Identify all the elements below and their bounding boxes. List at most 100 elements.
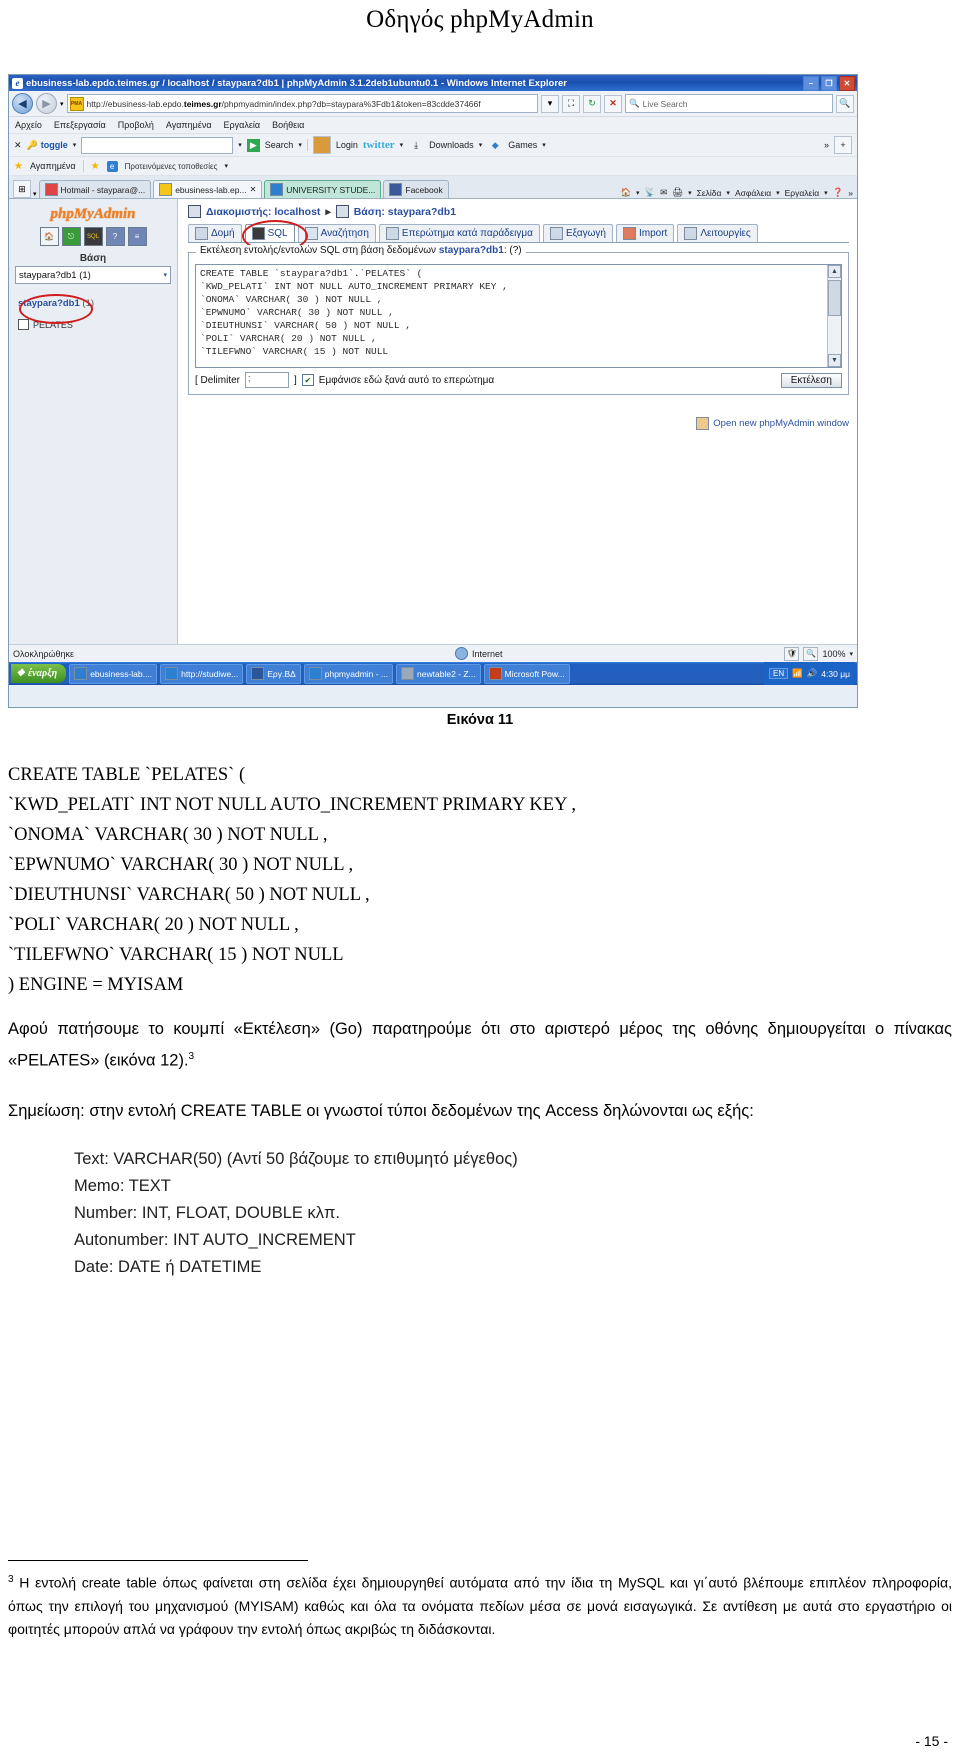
favorites-label[interactable]: Αγαπημένα — [30, 161, 76, 171]
show-query-checkbox[interactable]: ✔ — [301, 374, 314, 386]
home-chevron-down-icon[interactable]: ▾ — [636, 189, 640, 197]
tab-search[interactable]: Αναζήτηση — [297, 224, 376, 242]
page-menu[interactable]: Σελίδα — [697, 188, 722, 198]
tab-close-icon[interactable]: ✕ — [250, 185, 257, 194]
downloads-chevron-down-icon[interactable]: ▾ — [479, 141, 483, 149]
forward-arrow-icon[interactable]: ▶ — [36, 93, 57, 114]
home-icon[interactable]: 🏠 — [39, 227, 59, 246]
taskbar-item-4[interactable]: phpmyadmin - ... — [303, 663, 394, 684]
add-favorite-icon[interactable]: ★ — [91, 161, 100, 172]
menu-item-help[interactable]: Βοήθεια — [272, 120, 304, 130]
breadcrumb-server[interactable]: Διακομιστής: localhost — [206, 206, 320, 218]
search-input[interactable]: 🔍 Live Search — [625, 94, 833, 113]
addon-search-label[interactable]: Search — [265, 140, 294, 150]
scrollbar-thumb[interactable] — [828, 280, 841, 316]
delimiter-input[interactable]: ; — [245, 372, 290, 388]
zoom-magnifier-icon[interactable]: 🔍 — [803, 646, 819, 661]
help-icon[interactable]: ❓ — [833, 187, 844, 198]
quick-tabs-icon[interactable]: ⊞ — [13, 180, 31, 198]
toolbar-overflow-icon[interactable]: » — [824, 140, 829, 150]
maximize-button[interactable]: ❐ — [821, 76, 837, 91]
rss-icon[interactable]: 📡 — [645, 187, 656, 198]
games-label[interactable]: Games — [508, 140, 537, 150]
suggested-sites-label[interactable]: Προτεινόμενες τοποθεσίες — [125, 162, 218, 171]
twitter-label[interactable]: twitter — [363, 139, 395, 151]
tools-menu[interactable]: Εργαλεία — [785, 188, 820, 198]
print-icon[interactable]: 🖨 — [672, 187, 683, 198]
browser-tab-university[interactable]: UNIVERSITY STUDE... — [264, 180, 382, 198]
start-button[interactable]: ❖ έναρξη — [11, 664, 67, 683]
sql-scrollbar[interactable]: ▲ ▼ — [827, 265, 841, 367]
url-dropdown-chevron-down-icon[interactable]: ▾ — [541, 94, 559, 113]
safety-chevron-down-icon[interactable]: ▾ — [776, 189, 780, 197]
stop-icon[interactable]: ✕ — [604, 94, 622, 113]
history-chevron-down-icon[interactable]: ▾ — [60, 100, 64, 108]
database-select[interactable]: staypara?db1 (1) ▾ — [15, 266, 171, 284]
sql-textarea[interactable]: CREATE TABLE `staypara?db1`.`PELATES` ( … — [195, 264, 842, 368]
menu-item-view[interactable]: Προβολή — [118, 120, 154, 130]
toggle-chevron-down-icon[interactable]: ▾ — [73, 141, 77, 149]
safety-menu[interactable]: Ασφάλεια — [735, 188, 771, 198]
suggested-chevron-down-icon[interactable]: ▾ — [224, 162, 228, 170]
browser-tab-facebook[interactable]: Facebook — [383, 180, 449, 198]
addon-search-chevron-down-icon[interactable]: ▾ — [238, 141, 242, 149]
minimize-button[interactable]: – — [803, 76, 819, 91]
page-chevron-down-icon[interactable]: ▾ — [726, 189, 730, 197]
addon-search-input[interactable] — [81, 136, 234, 154]
execute-button[interactable]: Εκτέλεση — [780, 372, 842, 388]
docs-icon[interactable]: ≡ — [127, 227, 147, 246]
tab-import[interactable]: Import — [615, 224, 675, 242]
back-arrow-icon[interactable]: ◀ — [12, 93, 33, 114]
language-indicator[interactable]: EN — [768, 668, 789, 679]
exit-icon[interactable]: ⎋ — [61, 227, 81, 246]
twitter-chevron-down-icon[interactable]: ▾ — [400, 141, 404, 149]
help-icon[interactable]: (?) — [509, 245, 521, 256]
home-icon[interactable]: 🏠 — [620, 187, 631, 198]
taskbar-item-2[interactable]: http://studiwe... — [160, 663, 244, 684]
zoom-chevron-down-icon[interactable]: ▾ — [849, 650, 853, 658]
tab-query-by-example[interactable]: Επερώτημα κατά παράδειγμα — [378, 224, 540, 242]
menu-item-favorites[interactable]: Αγαπημένα — [166, 120, 212, 130]
taskbar-item-5[interactable]: newtable2 - Z... — [396, 663, 481, 684]
toolbar-close-icon[interactable]: ✕ — [14, 140, 22, 151]
taskbar-item-1[interactable]: ebusiness-lab.... — [69, 663, 158, 684]
print-chevron-down-icon[interactable]: ▾ — [688, 189, 692, 197]
zoom-control[interactable]: 🛡 🔍 100% ▾ — [784, 646, 853, 661]
menu-item-tools[interactable]: Εργαλεία — [224, 120, 261, 130]
add-toolbar-button[interactable]: + — [834, 136, 852, 154]
tab-operations[interactable]: Λειτουργίες — [677, 224, 758, 242]
browser-tab-ebusiness[interactable]: ebusiness-lab.ep... ✕ — [153, 180, 263, 198]
tab-export[interactable]: Εξαγωγή — [542, 224, 613, 242]
help-icon[interactable]: ? — [105, 227, 125, 246]
breadcrumb-database[interactable]: Βάση: staypara?db1 — [354, 206, 456, 218]
search-go-magnifier-icon[interactable]: 🔍 — [836, 94, 854, 113]
scroll-down-icon[interactable]: ▼ — [828, 354, 841, 367]
url-input[interactable]: PMA http://ebusiness-lab.epdo.teimes.gr/… — [66, 94, 538, 113]
downloads-label[interactable]: Downloads — [429, 140, 474, 150]
mail-icon[interactable]: ✉ — [660, 187, 667, 198]
tray-icon-network[interactable]: 📶 — [792, 668, 803, 679]
menu-item-edit[interactable]: Επεξεργασία — [54, 120, 106, 130]
login-label[interactable]: Login — [336, 140, 358, 150]
pma-logo[interactable]: phpMyAdmin — [50, 206, 135, 223]
tools-chevron-down-icon[interactable]: ▾ — [824, 189, 828, 197]
close-button[interactable]: ✕ — [839, 76, 855, 91]
search-go-icon[interactable]: ▶ — [246, 138, 260, 152]
search-menu-chevron-down-icon[interactable]: ▾ — [298, 141, 302, 149]
taskbar-item-6[interactable]: Microsoft Pow... — [483, 663, 570, 684]
command-overflow-icon[interactable]: » — [848, 188, 853, 198]
toggle-brand[interactable]: 🔑 toggle — [27, 140, 68, 151]
compatibility-icon[interactable]: ⛶ — [562, 94, 580, 113]
menu-item-file[interactable]: Αρχείο — [15, 120, 42, 130]
tray-icon-volume[interactable]: 🔊 — [807, 668, 818, 679]
scroll-up-icon[interactable]: ▲ — [828, 265, 841, 278]
tab-structure[interactable]: Δομή — [188, 224, 242, 242]
clock[interactable]: 4:30 μμ — [821, 669, 850, 679]
games-chevron-down-icon[interactable]: ▾ — [542, 141, 546, 149]
browser-tab-hotmail[interactable]: Hotmail - staypara@... — [38, 180, 152, 198]
open-new-window-link[interactable]: Open new phpMyAdmin window — [696, 417, 849, 430]
taskbar-item-3[interactable]: Εργ.ΒΔ — [246, 663, 301, 684]
quick-tabs-chevron-down-icon[interactable]: ▾ — [33, 190, 37, 198]
sql-icon[interactable]: SQL — [83, 227, 103, 246]
refresh-icon[interactable]: ↻ — [583, 94, 601, 113]
